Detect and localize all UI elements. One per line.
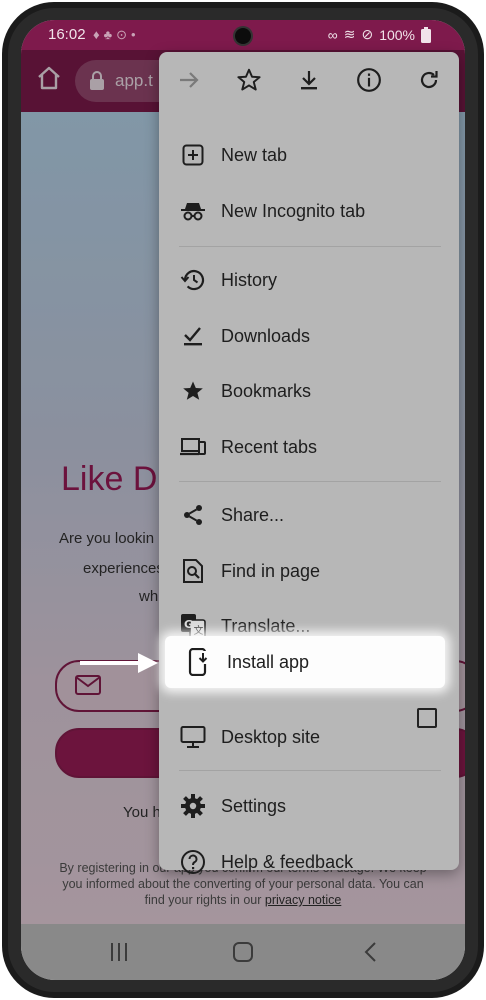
desktop-site-checkbox[interactable]	[417, 708, 437, 728]
settings-icon	[179, 792, 207, 820]
menu-item-label: Settings	[221, 795, 287, 816]
menu-item-help-feedback[interactable]: Help & feedback	[159, 835, 459, 889]
status-bar: 16:02 ♦♣⊙• ∞ ≋ ⊘ 100%	[21, 20, 465, 50]
battery-level: 100%	[379, 26, 415, 43]
notification-icons: ♦♣⊙•	[93, 27, 140, 42]
menu-lower-section: Desktop site Settings Help & feedback	[159, 52, 459, 874]
menu-item-label: Help & feedback	[221, 851, 354, 872]
menu-divider	[179, 770, 441, 771]
wifi-icon: ≋	[343, 26, 356, 42]
annotation-arrow-icon	[80, 653, 158, 673]
screen: Like D Are you lookin experiences? wh Yo…	[21, 20, 465, 980]
menu-item-label: Desktop site	[221, 726, 321, 747]
menu-item-desktop-site[interactable]: Desktop site	[159, 710, 459, 764]
desktop-icon	[179, 723, 207, 751]
front-camera	[235, 28, 251, 44]
battery-icon	[421, 26, 431, 43]
status-time: 16:02	[48, 26, 86, 43]
dnd-icon: ⊘	[361, 26, 374, 42]
link-icon: ∞	[327, 26, 338, 43]
help-icon	[179, 848, 207, 876]
status-icons-right: ∞ ≋ ⊘ 100%	[328, 26, 431, 43]
menu-item-settings[interactable]: Settings	[159, 779, 459, 833]
